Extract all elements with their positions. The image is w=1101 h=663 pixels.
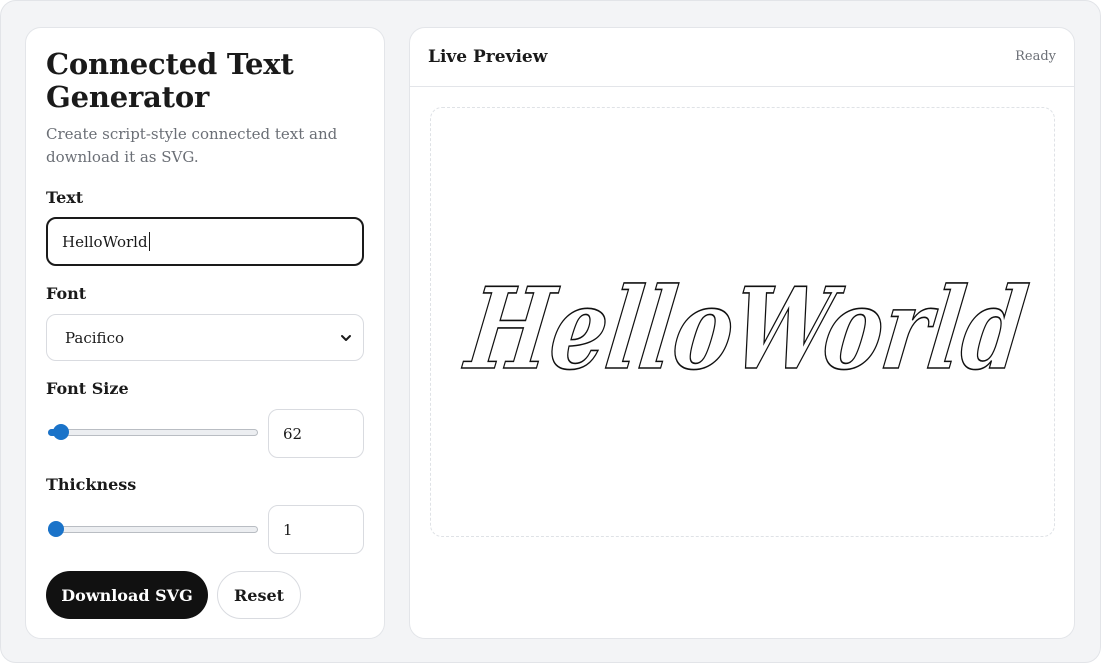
font-size-label: Font Size [46,379,129,398]
font-label: Font [46,284,87,303]
text-input-value: HelloWorld [62,232,148,251]
font-size-value: 62 [283,424,303,443]
app-window: Connected Text Generator Create script-s… [0,0,1101,663]
chevron-down-icon [341,334,351,341]
page-subtitle: Create script-style connected text and d… [46,125,338,166]
slider-thumb[interactable] [52,424,69,440]
slider-track [48,526,258,533]
slider-thumb[interactable] [48,521,64,537]
preview-text: HelloWorld [457,263,1034,395]
font-select-value: Pacifico [65,328,124,347]
preview-header: Live Preview Ready [410,28,1074,87]
reset-button[interactable]: Reset [217,571,301,619]
preview-svg: HelloWorld [457,262,1036,396]
controls-panel: Connected Text Generator Create script-s… [25,27,385,639]
thickness-input[interactable]: 1 [268,505,364,554]
text-input[interactable]: HelloWorld [46,217,364,266]
font-select[interactable]: Pacifico [46,314,364,361]
status-text: Ready [1015,49,1056,64]
font-size-slider[interactable] [46,424,258,440]
thickness-label: Thickness [46,475,137,494]
preview-title: Live Preview [428,47,548,67]
page-title: Connected Text Generator [46,47,294,114]
text-label: Text [46,188,84,207]
thickness-value: 1 [283,520,293,539]
preview-panel: Live Preview Ready HelloWorld [409,27,1075,639]
font-size-input[interactable]: 62 [268,409,364,458]
preview-canvas: HelloWorld [430,107,1055,537]
text-cursor [148,232,150,251]
slider-track [48,429,258,436]
thickness-slider[interactable] [46,521,258,537]
download-svg-button[interactable]: Download SVG [46,571,208,619]
